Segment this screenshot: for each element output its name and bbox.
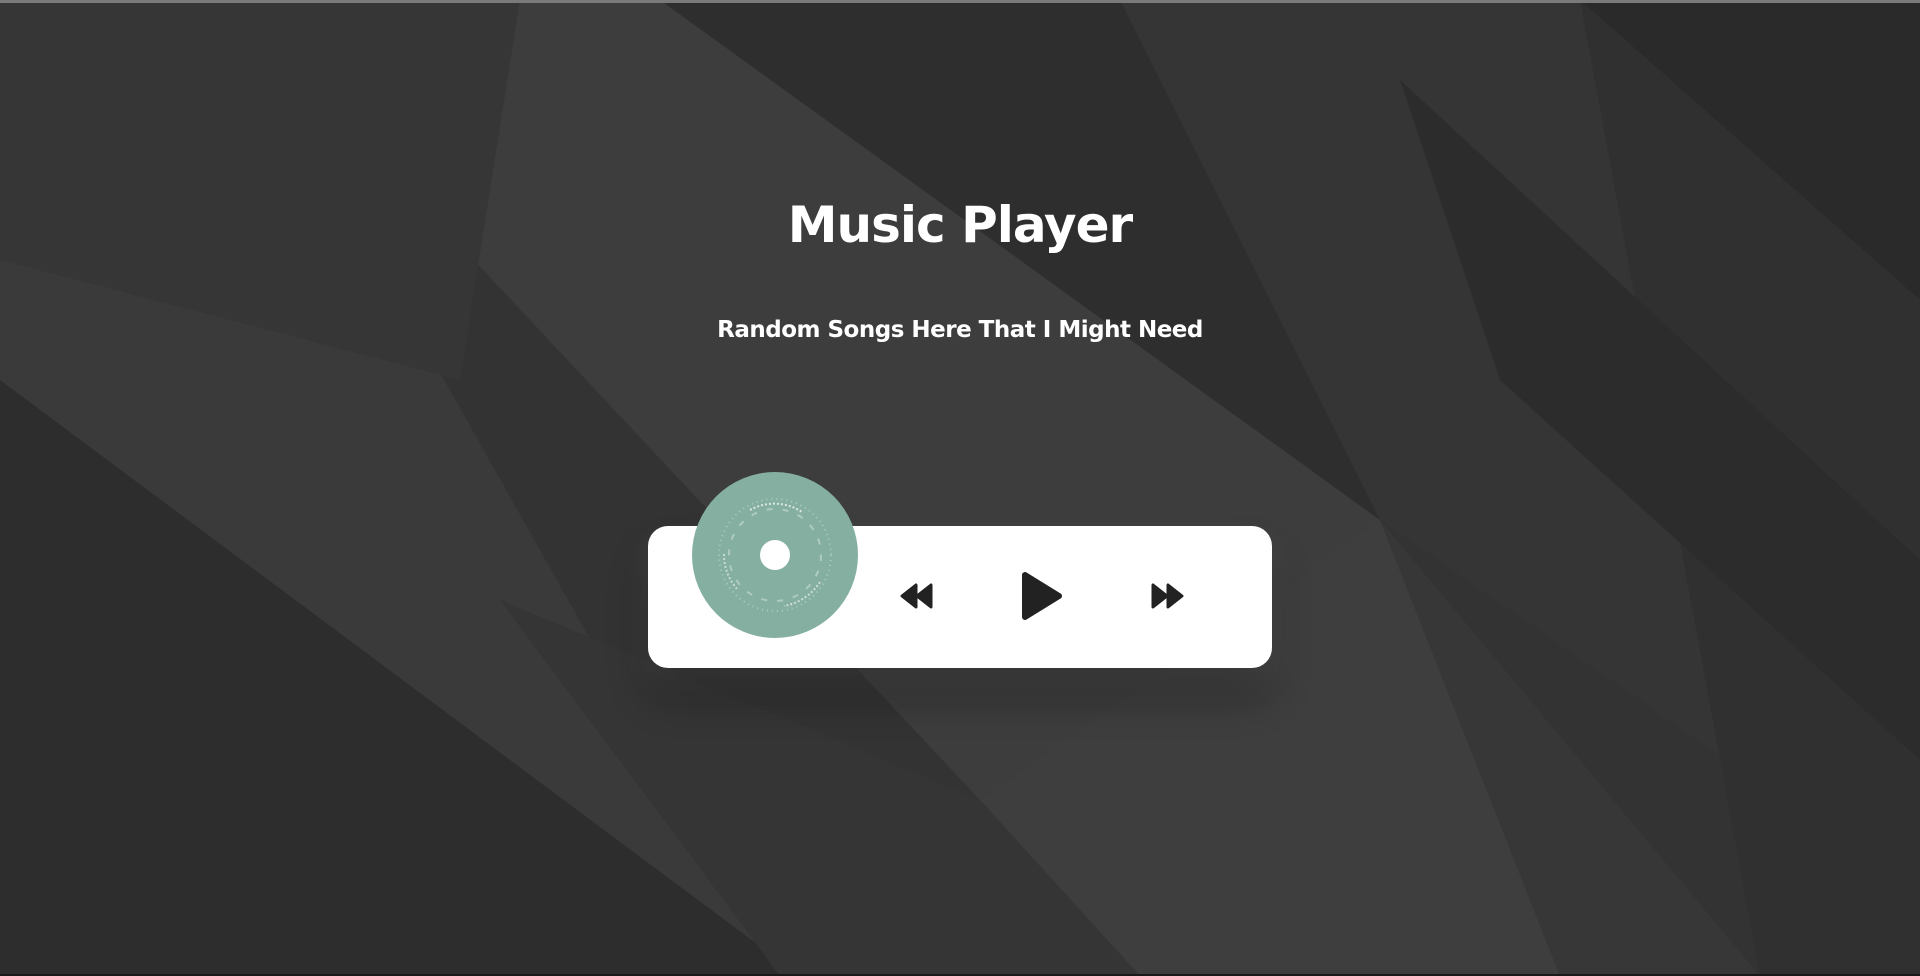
rewind-icon: [900, 583, 933, 609]
album-disc: [692, 472, 858, 638]
next-button[interactable]: [1146, 578, 1188, 614]
page-subtitle: Random Songs Here That I Might Need: [717, 317, 1203, 343]
previous-button[interactable]: [896, 578, 938, 614]
page-title: Music Player: [787, 196, 1133, 254]
window-top-border: [0, 0, 1920, 3]
play-button[interactable]: [1016, 566, 1068, 626]
fast-forward-icon: [1151, 583, 1184, 609]
play-icon: [1022, 572, 1062, 620]
background-pattern: [0, 0, 1920, 976]
